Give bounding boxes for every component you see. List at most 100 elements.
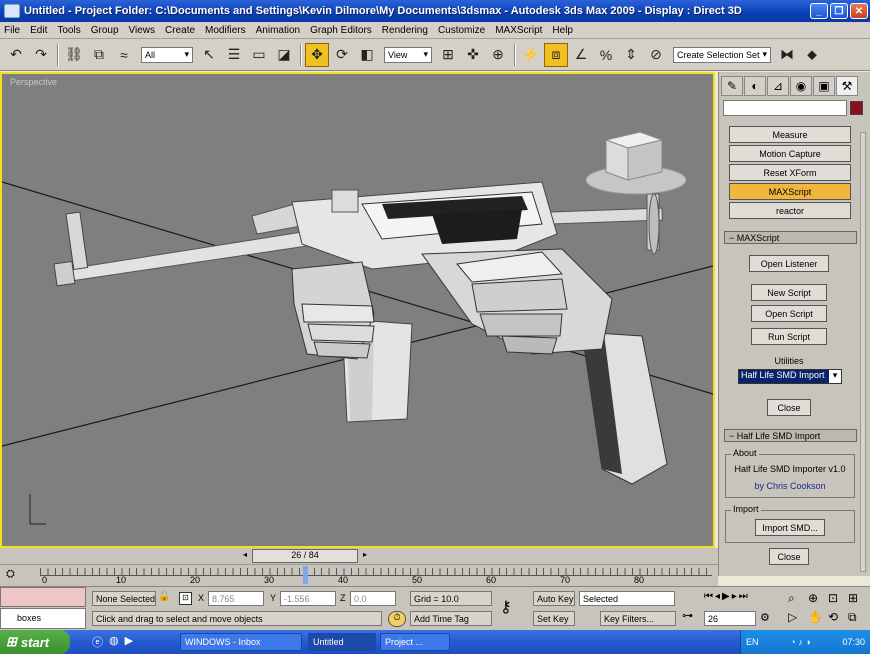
key-set-dropdown[interactable]: Selected [579, 591, 675, 606]
time-tag-icon[interactable]: ⏱ [388, 611, 406, 627]
select-and-link-icon[interactable]: ⛓ [62, 43, 86, 67]
media-player-icon[interactable]: ▶ [125, 634, 133, 650]
menu-graph-editors[interactable]: Graph Editors [310, 25, 372, 36]
z-coordinate-field[interactable]: 0.0 [350, 591, 396, 606]
slider-prev-icon[interactable]: ◂ [240, 550, 250, 562]
menu-modifiers[interactable]: Modifiers [205, 25, 246, 36]
slider-next-icon[interactable]: ▸ [360, 550, 370, 562]
maxscript-button[interactable]: MAXScript [729, 183, 851, 200]
select-by-name-icon[interactable]: ☰ [222, 43, 246, 67]
next-frame-icon[interactable]: ▸ [732, 591, 737, 607]
motion-tab-icon[interactable]: ◉ [790, 76, 812, 96]
select-object-icon[interactable]: ↖ [197, 43, 221, 67]
pan-icon[interactable]: ✋ [808, 610, 828, 629]
clock[interactable]: 07:30 [842, 637, 865, 647]
named-selection-set-dropdown[interactable]: Create Selection Set ▾ [673, 46, 771, 63]
select-and-scale-icon[interactable]: ◧ [355, 43, 379, 67]
display-tab-icon[interactable]: ▣ [813, 76, 835, 96]
y-coordinate-field[interactable]: -1.556 [280, 591, 336, 606]
firefox-icon[interactable]: ◍ [109, 634, 119, 650]
open-listener-button[interactable]: Open Listener [749, 255, 829, 272]
maxscript-mini-listener-top[interactable] [0, 587, 86, 607]
select-and-manipulate-icon[interactable]: ✜ [461, 43, 485, 67]
language-indicator[interactable]: EN [746, 637, 759, 647]
menu-edit[interactable]: Edit [30, 25, 47, 36]
close-button[interactable]: ✕ [850, 3, 868, 19]
lock-selection-icon[interactable]: 🔒 [158, 591, 172, 606]
rectangular-selection-icon[interactable]: ▭ [247, 43, 271, 67]
object-name-field[interactable] [723, 100, 847, 116]
start-button[interactable]: ⊞ start [0, 630, 70, 654]
mirror-icon[interactable]: ⧓ [775, 43, 799, 67]
snap-3d-icon[interactable]: ⧈ [544, 42, 568, 67]
menu-customize[interactable]: Customize [438, 25, 485, 36]
hierarchy-tab-icon[interactable]: ⊿ [767, 76, 789, 96]
object-color-swatch[interactable] [850, 101, 863, 115]
selection-filter-dropdown[interactable]: All ▾ [141, 46, 193, 63]
x-coordinate-field[interactable]: 8.765 [208, 591, 264, 606]
snaps-toggle-icon[interactable]: ⊕ [486, 43, 510, 67]
menu-views[interactable]: Views [129, 25, 156, 36]
taskbar-item[interactable]: WINDOWS - Inbox [180, 633, 302, 651]
smd-import-rollout-header[interactable]: − Half Life SMD Import [724, 429, 857, 442]
play-icon[interactable]: ▶ [722, 591, 730, 607]
menu-help[interactable]: Help [552, 25, 573, 36]
mini-curve-editor-icon[interactable]: ⛭ [6, 568, 28, 583]
align-icon[interactable]: ⬥ [800, 43, 824, 67]
minimize-button[interactable]: _ [810, 3, 828, 19]
orbit-icon[interactable]: ⟲ [828, 610, 848, 629]
zoom-icon[interactable]: ⌕ [788, 591, 808, 610]
select-and-rotate-icon[interactable]: ⟳ [330, 43, 354, 67]
reference-coordinate-dropdown[interactable]: View ▾ [384, 46, 432, 63]
redo-icon[interactable]: ↷ [29, 43, 53, 67]
zoom-extents-all-icon[interactable]: ⊞ [848, 591, 868, 610]
menu-create[interactable]: Create [165, 25, 195, 36]
auto-key-button[interactable]: Auto Key [533, 591, 575, 606]
measure-button[interactable]: Measure [729, 126, 851, 143]
reactor-button[interactable]: reactor [729, 202, 851, 219]
motion-capture-button[interactable]: Motion Capture [729, 145, 851, 162]
go-to-start-icon[interactable]: ⏮ [704, 591, 713, 607]
undo-icon[interactable]: ↶ [4, 43, 28, 67]
utilities-dropdown[interactable]: Half Life SMD Import ▾ [738, 369, 842, 384]
absolute-mode-icon[interactable]: ⊡ [179, 592, 192, 605]
time-slider-thumb[interactable]: 26 / 84 [252, 549, 358, 563]
bind-to-space-warp-icon[interactable]: ≈ [112, 43, 136, 67]
maxscript-close-button[interactable]: Close [767, 399, 811, 416]
window-crossing-icon[interactable]: ◪ [272, 43, 296, 67]
menu-tools[interactable]: Tools [57, 25, 80, 36]
go-to-end-icon[interactable]: ⏭ [739, 591, 748, 607]
time-configuration-icon[interactable]: ⚙ [760, 611, 776, 627]
menu-maxscript[interactable]: MAXScript [495, 25, 542, 36]
key-filters-button[interactable]: Key Filters... [600, 611, 676, 626]
menu-rendering[interactable]: Rendering [382, 25, 428, 36]
menu-animation[interactable]: Animation [256, 25, 300, 36]
maximize-viewport-icon[interactable]: ⧉ [848, 610, 868, 629]
panel-scrollbar[interactable] [860, 132, 866, 572]
set-key-button[interactable]: Set Key [533, 611, 575, 626]
create-tab-icon[interactable]: ✎ [721, 76, 743, 96]
taskbar-item-project[interactable]: Project ... [380, 633, 450, 651]
previous-frame-icon[interactable]: ◂ [715, 591, 720, 607]
angle-snap-icon[interactable]: ∠ [569, 43, 593, 67]
open-script-button[interactable]: Open Script [751, 305, 827, 322]
taskbar-item-untitled[interactable]: Untitled [308, 633, 376, 651]
spinner-snap-icon[interactable]: ⇕ [619, 43, 643, 67]
time-slider[interactable]: ◂ 26 / 84 ▸ [0, 548, 718, 564]
edit-named-selection-icon[interactable]: ⊘ [644, 43, 668, 67]
ie-icon[interactable]: ⓔ [92, 634, 103, 650]
modify-tab-icon[interactable]: ◐ [744, 76, 766, 96]
perspective-viewport[interactable]: Perspective [0, 72, 715, 548]
current-frame-field[interactable]: 26 [704, 611, 756, 626]
import-smd-button[interactable]: Import SMD... [755, 519, 825, 536]
select-and-move-icon[interactable]: ✥ [305, 42, 329, 67]
new-script-button[interactable]: New Script [751, 284, 827, 301]
keyboard-shortcut-icon[interactable]: ⚡ [519, 43, 543, 67]
reset-xform-button[interactable]: Reset XForm [729, 164, 851, 181]
run-script-button[interactable]: Run Script [751, 328, 827, 345]
menu-file[interactable]: File [4, 25, 20, 36]
menu-group[interactable]: Group [91, 25, 119, 36]
add-time-tag-button[interactable]: Add Time Tag [410, 611, 492, 626]
pivot-center-icon[interactable]: ⊞ [436, 43, 460, 67]
zoom-all-icon[interactable]: ⊕ [808, 591, 828, 610]
